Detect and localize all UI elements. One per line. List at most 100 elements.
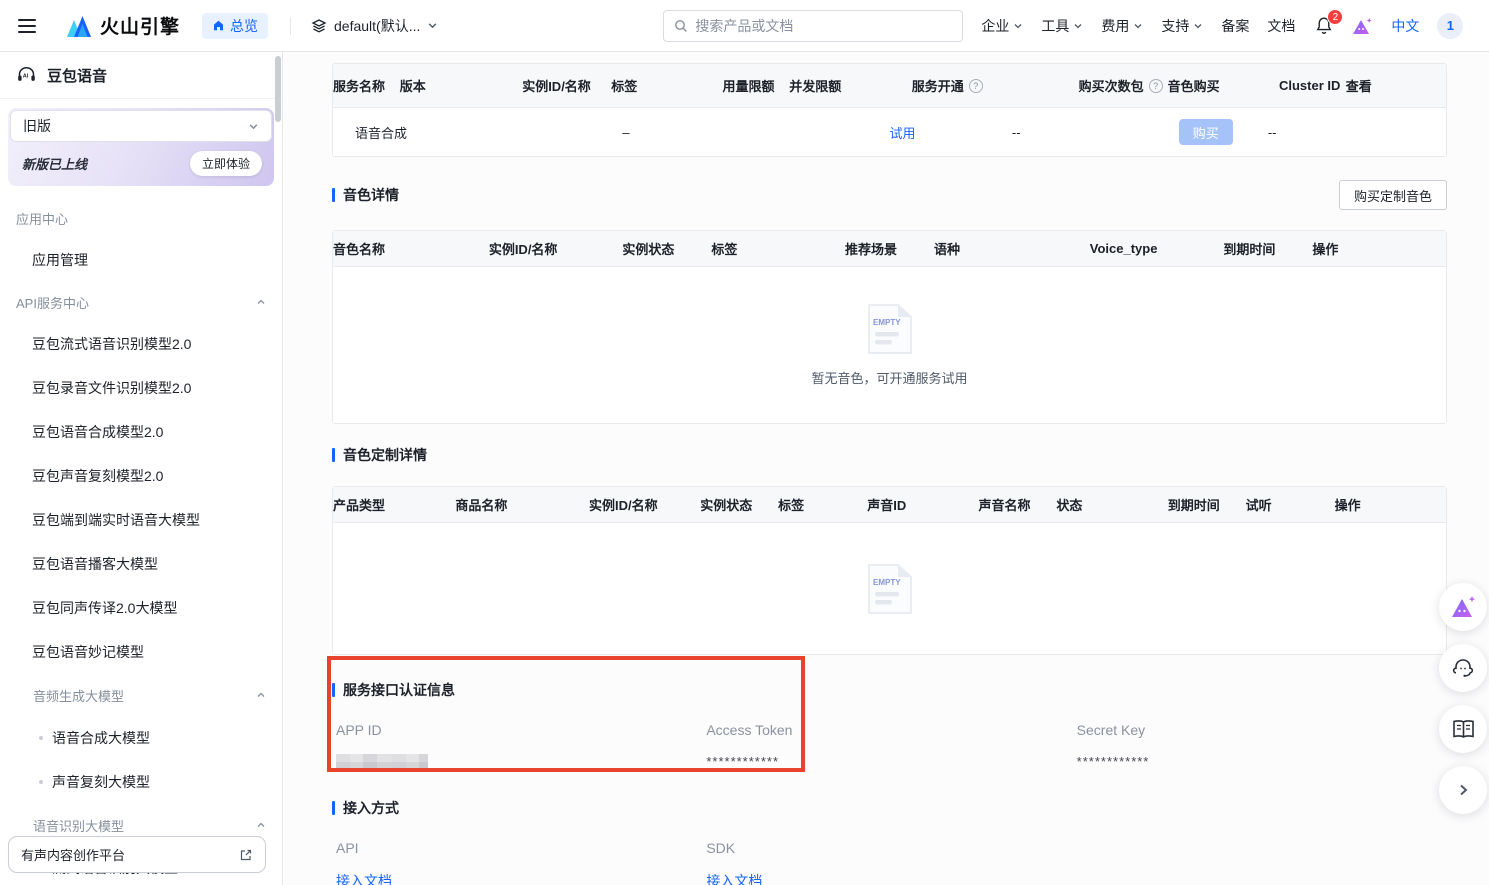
voice-custom-detail-table: 产品类型商品名称实例ID/名称实例状态标签声音ID声音名称状态到期时间试听操作 … — [332, 486, 1447, 655]
sidebar-scrollbar[interactable] — [275, 56, 281, 122]
column-header: 服务名称 — [333, 76, 400, 95]
sidebar-item[interactable]: 豆包声音复刻模型2.0 — [0, 454, 282, 498]
voice-detail-table: 音色名称实例ID/名称实例状态标签推荐场景语种Voice_type到期时间操作 … — [332, 230, 1447, 424]
column-header: 实例ID/名称 — [589, 495, 700, 514]
project-selector[interactable]: default(默认... — [311, 16, 438, 36]
cluster-id-value: -- — [1268, 125, 1379, 140]
version-card: 旧版 新版已上线 立即体验 — [8, 108, 274, 186]
chevron-down-icon — [1073, 21, 1083, 31]
auth-info-section: 服务接口认证信息 APP ID Access Token Secret Key … — [332, 668, 1447, 774]
column-header: 到期时间 — [1168, 495, 1246, 514]
sidebar-item[interactable]: 声音复刻大模型 — [0, 760, 282, 804]
sdk-label: SDK — [706, 840, 1076, 856]
table-header-row: 服务名称 版本 实例ID/名称 标签 — [333, 64, 1446, 107]
chevron-down-icon — [248, 121, 259, 132]
main-content: 服务名称 版本 实例ID/名称 标签 — [284, 52, 1489, 885]
chevron-up-icon[interactable] — [256, 820, 266, 830]
topbar-menu-item[interactable]: 备案 — [1221, 16, 1249, 36]
sidebar-item[interactable]: 语音合成大模型 — [0, 716, 282, 760]
column-header: 查看 — [1346, 76, 1372, 95]
column-header: 试听 — [1246, 495, 1335, 514]
app-id-masked-value — [336, 754, 428, 771]
column-header: 音色名称 — [333, 239, 489, 258]
sidebar-item[interactable]: 豆包语音合成模型2.0 — [0, 410, 282, 454]
sidebar-item[interactable]: 应用管理 — [0, 238, 282, 282]
external-link-icon — [239, 848, 253, 862]
search-input[interactable] — [695, 18, 952, 34]
sidebar-item[interactable]: 音频生成大模型 — [0, 674, 282, 716]
empty-text: 暂无音色，可开通服务试用 — [811, 368, 967, 387]
sidebar-item[interactable]: 豆包流式语音识别模型2.0 — [0, 322, 282, 366]
topbar-menu-item[interactable]: 工具 — [1041, 16, 1083, 36]
access-method-title: 接入方式 — [332, 798, 1447, 818]
topbar-nav: 企业 工具 费用 支持 备案 — [981, 13, 1463, 39]
service-table: 服务名称 版本 实例ID/名称 标签 — [332, 63, 1447, 157]
voice-detail-title: 音色详情 — [332, 185, 399, 205]
sidebar-item[interactable]: 豆包同声传译2.0大模型 — [0, 586, 282, 630]
column-header: 音色购买 — [1168, 76, 1279, 95]
home-icon — [212, 19, 225, 32]
buy-custom-voice-button[interactable]: 购买定制音色 — [1339, 180, 1447, 210]
access-token-value: ************ — [706, 754, 1076, 774]
layers-icon — [311, 18, 327, 34]
api-docs-link[interactable]: 接入文档 — [336, 871, 392, 885]
help-icon[interactable]: ? — [1149, 79, 1163, 93]
brand-logo[interactable]: 火山引擎 — [64, 12, 180, 39]
column-header: 实例ID/名称 — [522, 76, 611, 95]
column-header: Cluster ID — [1279, 78, 1346, 93]
sidebar-item[interactable]: API服务中心 — [0, 282, 282, 322]
chevron-up-icon[interactable] — [256, 690, 266, 700]
sidebar-item[interactable]: 豆包录音文件识别模型2.0 — [0, 366, 282, 410]
topbar: 火山引擎 总览 default(默认... 企业 — [0, 0, 1489, 52]
table-row: 语音合成 – 试用 -- 购买 -- — [333, 107, 1446, 156]
language-switch[interactable]: 中文 — [1391, 16, 1419, 36]
sdk-docs-link[interactable]: 接入文档 — [706, 871, 762, 885]
column-header: 服务开通 ? — [912, 76, 1079, 95]
empty-doc-icon: EMPTY — [867, 303, 913, 355]
audio-creation-platform-link[interactable]: 有声内容创作平台 — [8, 836, 266, 873]
avatar[interactable]: 1 — [1437, 13, 1463, 39]
package-value: -- — [1012, 125, 1179, 140]
api-label: API — [336, 840, 706, 856]
divider — [290, 17, 291, 35]
sidebar-menu: 应用中心 应用管理 API服务中心 豆包流式语音识别模型2.0 豆包录音 — [0, 194, 282, 885]
notifications-button[interactable]: 2 — [1315, 16, 1333, 35]
search-box[interactable] — [663, 10, 963, 42]
help-icon[interactable]: ? — [969, 79, 983, 93]
sidebar-item[interactable]: 豆包端到端实时语音大模型 — [0, 498, 282, 542]
secret-key-label: Secret Key — [1077, 722, 1447, 738]
trial-link[interactable]: 试用 — [889, 123, 915, 142]
version-select[interactable]: 旧版 — [10, 110, 272, 142]
sidebar-item[interactable]: 豆包语音播客大模型 — [0, 542, 282, 586]
topbar-menu-item[interactable]: 支持 — [1161, 16, 1203, 36]
svg-text:EMPTY: EMPTY — [873, 318, 901, 327]
ai-assistant-button[interactable] — [1439, 583, 1487, 631]
column-header: 操作 — [1312, 239, 1338, 258]
customer-support-button[interactable] — [1439, 644, 1487, 692]
chevron-up-icon[interactable] — [256, 297, 266, 307]
column-header: 并发限额 — [789, 76, 911, 95]
project-selector-value: default(默认... — [334, 16, 420, 36]
hamburger-menu-icon[interactable] — [18, 19, 36, 33]
topbar-menu-item[interactable]: 费用 — [1101, 16, 1143, 36]
voice-custom-detail-title: 音色定制详情 — [332, 445, 1447, 465]
sidebar-item[interactable]: 豆包语音妙记模型 — [0, 630, 282, 674]
collapse-panel-button[interactable] — [1439, 766, 1487, 814]
column-header: 商品名称 — [455, 495, 589, 514]
sidebar-product-title: AI 豆包语音 — [0, 52, 282, 99]
ai-assistant-icon[interactable] — [1351, 16, 1373, 36]
sidebar-item[interactable]: 应用中心 — [0, 198, 282, 238]
documentation-button[interactable] — [1439, 705, 1487, 753]
try-now-button[interactable]: 立即体验 — [190, 151, 262, 176]
secret-key-value: ************ — [1077, 754, 1447, 774]
column-header: 到期时间 — [1223, 239, 1312, 258]
purchase-button[interactable]: 购买 — [1179, 119, 1233, 145]
column-header: 声音名称 — [979, 495, 1057, 514]
access-method-section: 接入方式 API SDK 接入文档 接入文档 — [332, 798, 1447, 885]
topbar-menu-item[interactable]: 企业 — [981, 16, 1023, 36]
column-header: 标签 — [611, 76, 722, 95]
overview-button[interactable]: 总览 — [202, 13, 268, 39]
brand-name: 火山引擎 — [100, 12, 180, 39]
topbar-menu-item[interactable]: 文档 — [1267, 16, 1295, 36]
search-icon — [674, 19, 688, 33]
